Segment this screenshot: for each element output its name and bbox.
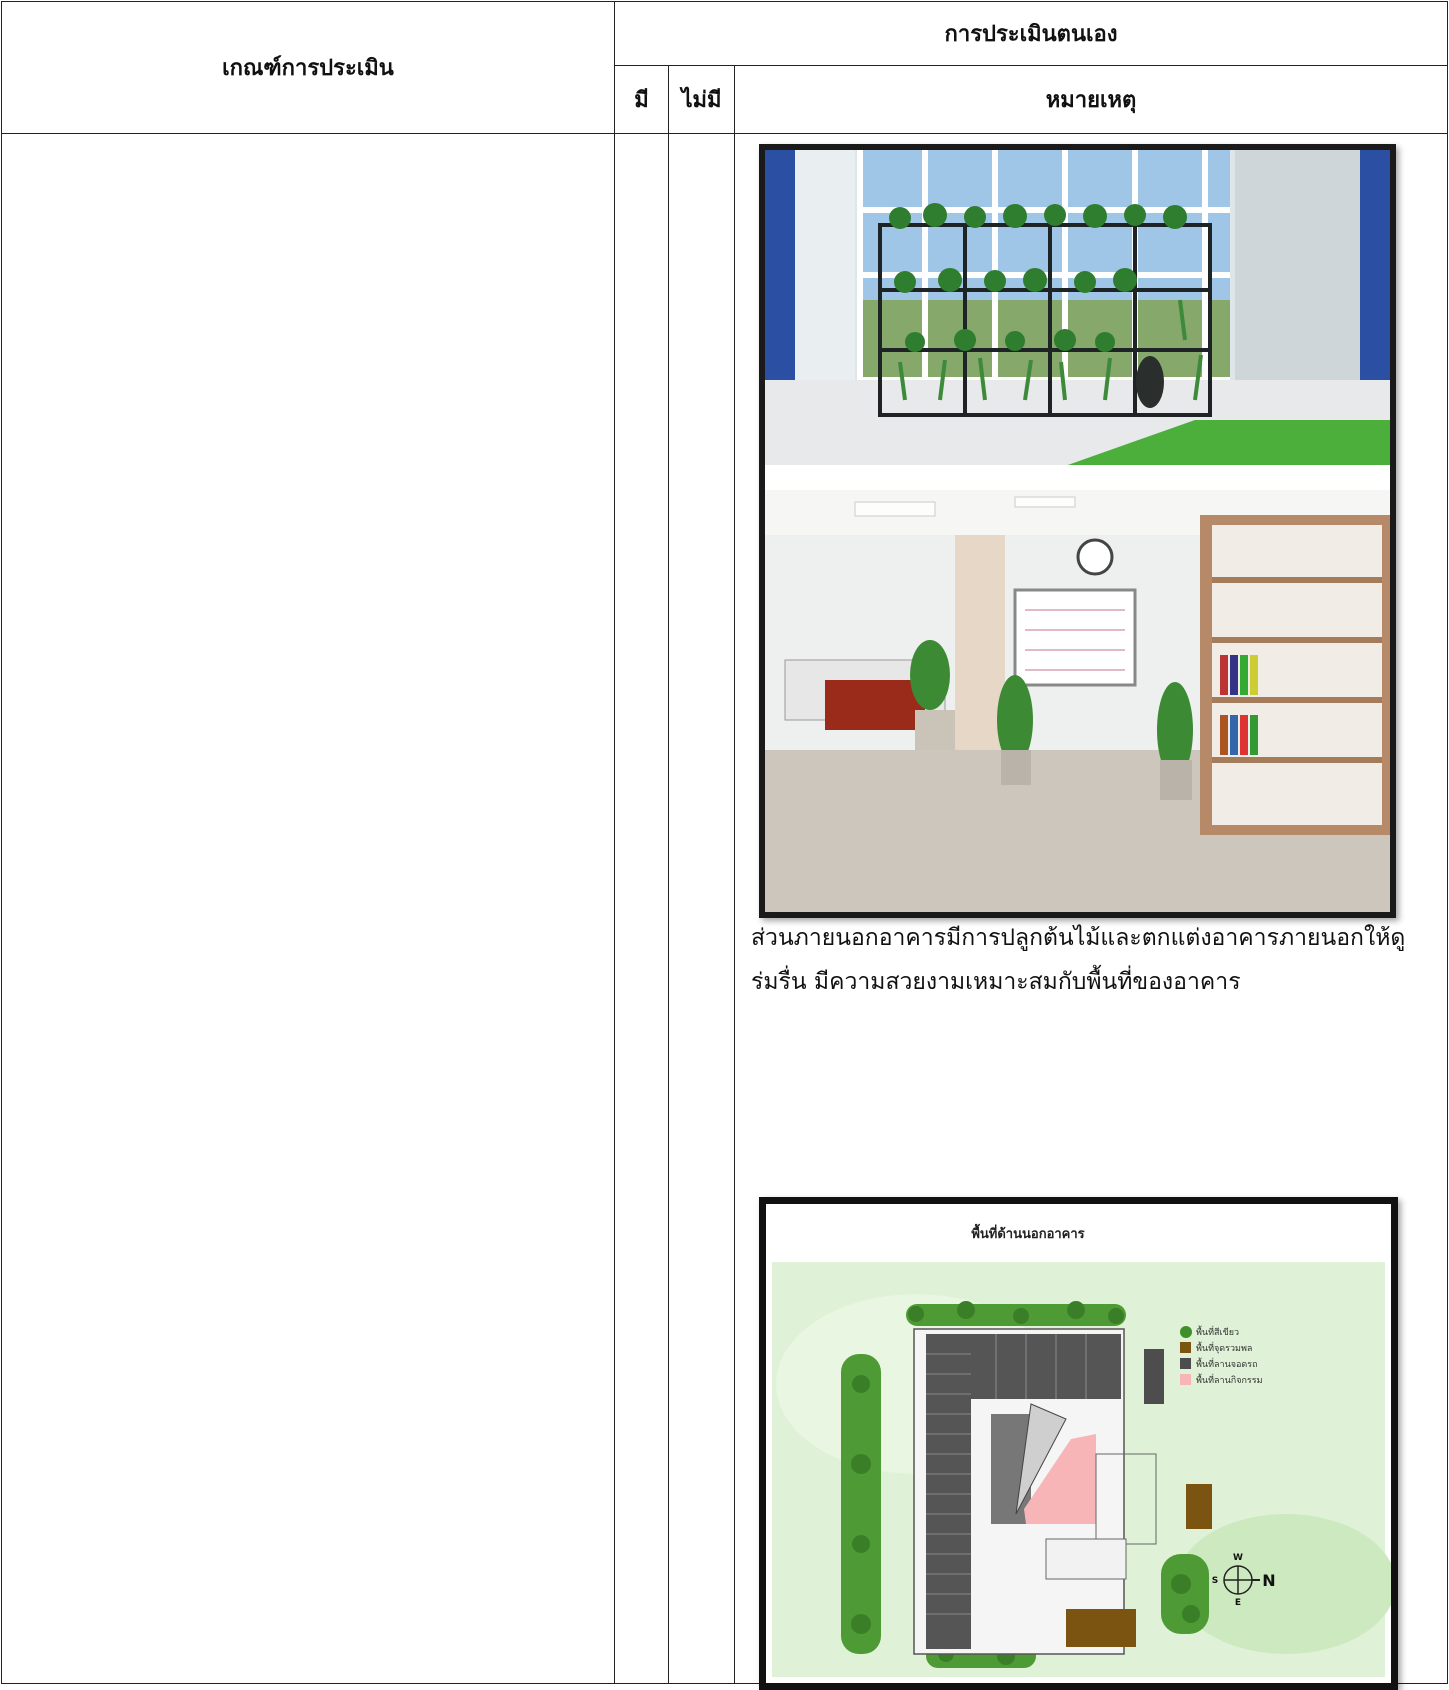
site-map-drawing: พื้นที่ด้านนอกอาคาร พื้นที่สีเขียว พื้นท…: [766, 1204, 1391, 1683]
parking-area: [1144, 1349, 1164, 1404]
remarks-note: ส่วนภายนอกอาคารมีการปลูกต้นไม้และตกแต่งอ…: [751, 925, 1406, 995]
remarks-cell: ส่วนภายนอกอาคารมีการปลูกต้นไม้และตกแต่งอ…: [734, 133, 1448, 1690]
self-assessment-header: การประเมินตนเอง: [614, 1, 1448, 66]
building: [913, 1328, 1157, 1655]
plant-shelf-photo: [765, 150, 1390, 466]
compass-w: W: [1233, 1553, 1243, 1563]
compass-s: S: [1212, 1576, 1218, 1586]
legend-green-swatch: [1180, 1326, 1192, 1338]
compass-e: E: [1235, 1598, 1241, 1608]
legend-activity-swatch: [1180, 1374, 1191, 1385]
office-interior-photo: [765, 490, 1390, 912]
criteria-cell: [1, 133, 615, 1684]
legend-parking-swatch: [1180, 1358, 1191, 1369]
legend-assembly-swatch: [1180, 1342, 1191, 1353]
interior-photos: [765, 150, 1390, 912]
yes-header: มี: [614, 65, 669, 134]
remarks-header: หมายเหตุ: [734, 65, 1448, 134]
assembly-point-south: [1066, 1609, 1136, 1647]
assembly-point-east: [1186, 1484, 1212, 1529]
criteria-header: เกณฑ์การประเมิน: [1, 1, 615, 134]
evaluation-table: เกณฑ์การประเมิน การประเมินตนเอง มี ไม่มี…: [1, 1, 1448, 1690]
yes-cell: [614, 133, 669, 1684]
no-header: ไม่มี: [668, 65, 735, 134]
no-cell: [668, 133, 735, 1684]
site-map: พื้นที่ด้านนอกอาคาร พื้นที่สีเขียว พื้นท…: [759, 1197, 1398, 1690]
photo-collage: [759, 144, 1396, 918]
compass-n: N: [1262, 1571, 1275, 1590]
